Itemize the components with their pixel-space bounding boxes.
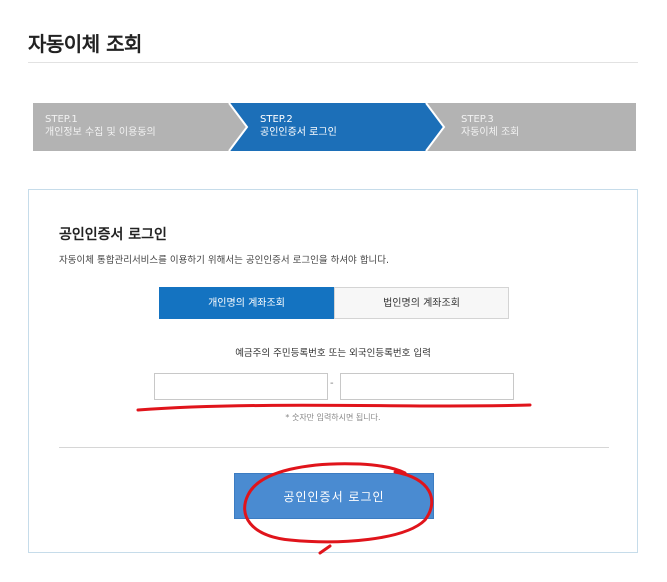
step-3-number: STEP.3 <box>461 114 494 125</box>
certificate-login-button[interactable]: 공인인증서 로그인 <box>234 473 434 519</box>
tab-personal-account[interactable]: 개인명의 계좌조회 <box>159 287 334 319</box>
step-1: STEP.1 개인정보 수집 및 이용동의 <box>45 113 156 139</box>
step-2-label: 공인인증서 로그인 <box>260 127 337 138</box>
step-2: STEP.2 공인인증서 로그인 <box>260 113 337 139</box>
step-3-shape <box>427 103 636 151</box>
id-number-label: 예금주의 주민등록번호 또는 외국인등록번호 입력 <box>235 348 431 359</box>
login-title: 공인인증서 로그인 <box>59 227 167 243</box>
id-number-front-input[interactable] <box>154 373 328 400</box>
numbers-only-hint: * 숫자만 입력하시면 됩니다. <box>285 413 381 422</box>
page-title: 자동이체 조회 <box>28 32 142 56</box>
step-1-label: 개인정보 수집 및 이용동의 <box>45 127 156 138</box>
login-panel: 공인인증서 로그인 자동이체 통합관리서비스를 이용하기 위해서는 공인인증서 … <box>28 189 638 553</box>
step-3: STEP.3 자동이체 조회 <box>461 113 519 139</box>
step-3-label: 자동이체 조회 <box>461 127 520 138</box>
login-description: 자동이체 통합관리서비스를 이용하기 위해서는 공인인증서 로그인을 하셔야 합… <box>59 255 390 266</box>
tab-corporate-account[interactable]: 법인명의 계좌조회 <box>334 287 509 319</box>
id-number-separator: - <box>330 378 334 389</box>
id-number-back-input[interactable] <box>340 373 514 400</box>
panel-divider <box>59 447 609 448</box>
step-progress-bar: STEP.1 개인정보 수집 및 이용동의 STEP.2 공인인증서 로그인 S… <box>33 103 636 151</box>
step-2-number: STEP.2 <box>260 114 293 125</box>
account-type-tabs: 개인명의 계좌조회 법인명의 계좌조회 <box>159 287 509 319</box>
title-divider <box>28 62 638 63</box>
step-1-number: STEP.1 <box>45 114 78 125</box>
